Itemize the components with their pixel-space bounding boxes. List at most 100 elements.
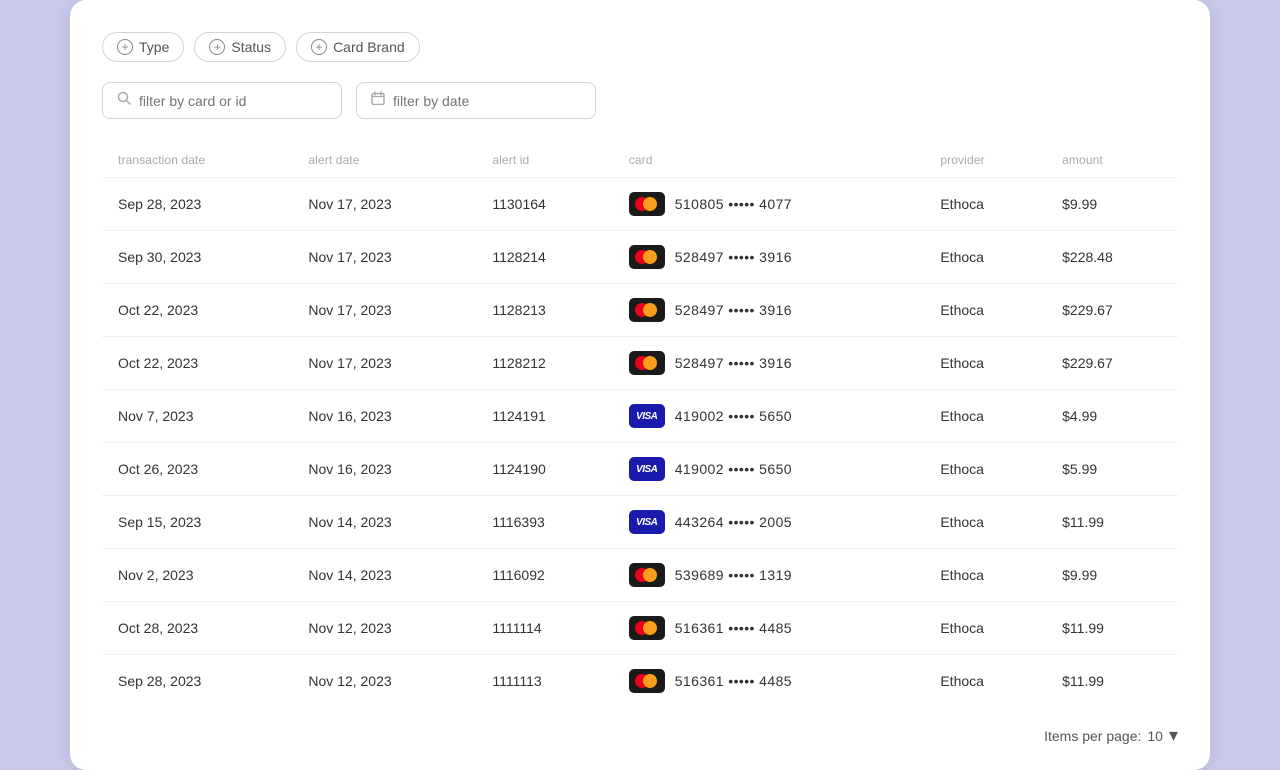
cell-card: 528497 ••••• 3916 [613, 231, 925, 284]
cell-card: VISA443264 ••••• 2005 [613, 496, 925, 549]
table-row: Sep 28, 2023Nov 12, 20231111113516361 ••… [102, 655, 1178, 708]
cell-alert-date: Nov 16, 2023 [292, 443, 476, 496]
cell-provider: Ethoca [924, 496, 1046, 549]
cell-alert-id: 1111114 [476, 602, 612, 655]
date-search-input[interactable] [393, 93, 581, 109]
transactions-table: transaction date alert date alert id car… [102, 143, 1178, 707]
cell-provider: Ethoca [924, 655, 1046, 708]
cell-alert-date: Nov 17, 2023 [292, 178, 476, 231]
cell-provider: Ethoca [924, 549, 1046, 602]
cell-amount: $229.67 [1046, 284, 1178, 337]
cell-transaction-date: Sep 28, 2023 [102, 655, 292, 708]
cell-alert-date: Nov 17, 2023 [292, 284, 476, 337]
cell-card: 510805 ••••• 4077 [613, 178, 925, 231]
cell-transaction-date: Sep 15, 2023 [102, 496, 292, 549]
cell-amount: $9.99 [1046, 178, 1178, 231]
cell-amount: $11.99 [1046, 655, 1178, 708]
card-brand-plus-icon: + [311, 39, 327, 55]
cell-alert-date: Nov 14, 2023 [292, 549, 476, 602]
card-number-text: 539689 ••••• 1319 [675, 567, 792, 583]
table-row: Sep 28, 2023Nov 17, 20231130164510805 ••… [102, 178, 1178, 231]
col-card: card [613, 143, 925, 178]
mastercard-card-icon [629, 192, 665, 216]
cell-alert-id: 1116393 [476, 496, 612, 549]
mastercard-card-icon [629, 245, 665, 269]
cell-alert-id: 1116092 [476, 549, 612, 602]
cell-provider: Ethoca [924, 390, 1046, 443]
visa-card-icon: VISA [629, 457, 665, 481]
table-row: Oct 22, 2023Nov 17, 20231128213 528497 ••… [102, 284, 1178, 337]
cell-card: 516361 ••••• 4485 [613, 655, 925, 708]
cell-amount: $5.99 [1046, 443, 1178, 496]
card-number-text: 528497 ••••• 3916 [675, 355, 792, 371]
cell-alert-date: Nov 17, 2023 [292, 337, 476, 390]
type-filter-button[interactable]: + Type [102, 32, 184, 62]
cell-alert-date: Nov 12, 2023 [292, 655, 476, 708]
cell-alert-id: 1128214 [476, 231, 612, 284]
cell-amount: $228.48 [1046, 231, 1178, 284]
type-plus-icon: + [117, 39, 133, 55]
cell-amount: $11.99 [1046, 496, 1178, 549]
cell-card: 528497 ••••• 3916 [613, 337, 925, 390]
col-provider: provider [924, 143, 1046, 178]
search-row [102, 82, 1178, 119]
status-plus-icon: + [209, 39, 225, 55]
main-card: + Type + Status + Card Brand [70, 0, 1210, 770]
mastercard-card-icon [629, 669, 665, 693]
cell-transaction-date: Oct 22, 2023 [102, 284, 292, 337]
card-brand-filter-button[interactable]: + Card Brand [296, 32, 420, 62]
cell-alert-id: 1124191 [476, 390, 612, 443]
table-row: Sep 15, 2023Nov 14, 20231116393VISA44326… [102, 496, 1178, 549]
table-header-row: transaction date alert date alert id car… [102, 143, 1178, 178]
cell-amount: $229.67 [1046, 337, 1178, 390]
cell-alert-id: 1128212 [476, 337, 612, 390]
status-filter-label: Status [231, 39, 271, 55]
cell-card: 516361 ••••• 4485 [613, 602, 925, 655]
mastercard-card-icon [629, 298, 665, 322]
card-number-text: 419002 ••••• 5650 [675, 461, 792, 477]
card-search-input[interactable] [139, 93, 327, 109]
table-row: Oct 28, 2023Nov 12, 20231111114516361 ••… [102, 602, 1178, 655]
cell-alert-date: Nov 12, 2023 [292, 602, 476, 655]
table-row: Oct 26, 2023Nov 16, 20231124190VISA41900… [102, 443, 1178, 496]
cell-alert-date: Nov 17, 2023 [292, 231, 476, 284]
cell-transaction-date: Sep 30, 2023 [102, 231, 292, 284]
items-per-page-value: 10 [1147, 728, 1163, 744]
mastercard-card-icon [629, 351, 665, 375]
cell-transaction-date: Oct 22, 2023 [102, 337, 292, 390]
items-per-page-chevron-icon[interactable]: ▾ [1169, 725, 1178, 746]
cell-provider: Ethoca [924, 443, 1046, 496]
visa-card-icon: VISA [629, 510, 665, 534]
items-per-page-label: Items per page: [1044, 728, 1141, 744]
table-row: Nov 7, 2023Nov 16, 20231124191VISA419002… [102, 390, 1178, 443]
cell-card: 528497 ••••• 3916 [613, 284, 925, 337]
calendar-icon [371, 91, 385, 110]
card-brand-filter-label: Card Brand [333, 39, 405, 55]
status-filter-button[interactable]: + Status [194, 32, 286, 62]
col-transaction-date: transaction date [102, 143, 292, 178]
cell-card: VISA 419002 ••••• 5650 [613, 443, 925, 496]
type-filter-label: Type [139, 39, 169, 55]
cell-card: 539689 ••••• 1319 [613, 549, 925, 602]
cell-alert-id: 1124190 [476, 443, 612, 496]
col-amount: amount [1046, 143, 1178, 178]
cell-transaction-date: Sep 28, 2023 [102, 178, 292, 231]
cell-alert-id: 1111113 [476, 655, 612, 708]
cell-alert-date: Nov 14, 2023 [292, 496, 476, 549]
mastercard-card-icon [629, 616, 665, 640]
table-row: Oct 22, 2023Nov 17, 20231128212 528497 ••… [102, 337, 1178, 390]
table-row: Nov 2, 2023Nov 14, 20231116092539689 •••… [102, 549, 1178, 602]
card-number-text: 528497 ••••• 3916 [675, 249, 792, 265]
cell-card: VISA419002 ••••• 5650 [613, 390, 925, 443]
col-alert-id: alert id [476, 143, 612, 178]
cell-provider: Ethoca [924, 231, 1046, 284]
cell-amount: $11.99 [1046, 602, 1178, 655]
cell-amount: $9.99 [1046, 549, 1178, 602]
card-number-text: 528497 ••••• 3916 [675, 302, 792, 318]
table-row: Sep 30, 2023Nov 17, 20231128214 528497 ••… [102, 231, 1178, 284]
footer-row: Items per page: 10 ▾ [102, 725, 1178, 746]
items-per-page-control: Items per page: 10 ▾ [1044, 725, 1178, 746]
cell-provider: Ethoca [924, 284, 1046, 337]
cell-alert-id: 1128213 [476, 284, 612, 337]
cell-transaction-date: Oct 28, 2023 [102, 602, 292, 655]
